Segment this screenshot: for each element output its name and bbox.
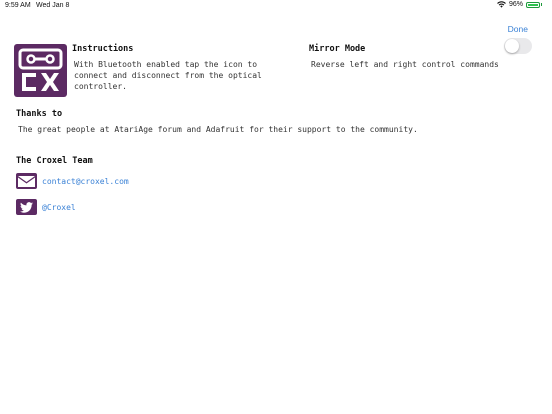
status-bar: 9:59 AM Wed Jan 8 96%	[0, 0, 552, 14]
thanks-text: The great people at AtariAge forum and A…	[18, 125, 418, 134]
envelope-icon[interactable]	[16, 173, 37, 189]
twitter-row[interactable]: @Croxel	[16, 199, 76, 215]
cx-controller-logo	[14, 44, 67, 97]
thanks-title: Thanks to	[16, 109, 63, 119]
mirror-mode-toggle[interactable]	[504, 38, 532, 54]
instructions-line: With Bluetooth enabled tap the icon to	[74, 60, 258, 69]
mirror-mode-description: Reverse left and right control commands	[311, 60, 499, 69]
battery-fill	[528, 3, 538, 6]
battery-percent: 96%	[508, 1, 523, 8]
wifi-icon	[497, 1, 506, 8]
envelope-graphic	[18, 175, 35, 187]
twitter-graphic	[20, 201, 33, 213]
instructions-text: With Bluetooth enabled tap the icon to c…	[74, 59, 262, 92]
battery-icon	[526, 1, 540, 8]
status-time: 9:59 AM	[5, 2, 31, 9]
status-date: Wed Jan 8	[36, 2, 70, 9]
mirror-mode-title: Mirror Mode	[309, 44, 366, 54]
done-button[interactable]: Done	[508, 24, 528, 34]
toggle-knob	[505, 39, 519, 53]
instructions-line: controller.	[74, 82, 127, 91]
battery-cap	[541, 3, 542, 6]
instructions-line: connect and disconnect from the optical	[74, 71, 262, 80]
logo-graphic	[18, 48, 63, 91]
twitter-link[interactable]: @Croxel	[42, 203, 76, 212]
twitter-bird-icon[interactable]	[16, 199, 37, 215]
email-link[interactable]: contact@croxel.com	[42, 177, 129, 186]
instructions-title: Instructions	[72, 44, 134, 54]
status-indicators: 96%	[497, 1, 542, 8]
team-title: The Croxel Team	[16, 156, 93, 166]
email-row[interactable]: contact@croxel.com	[16, 173, 129, 189]
